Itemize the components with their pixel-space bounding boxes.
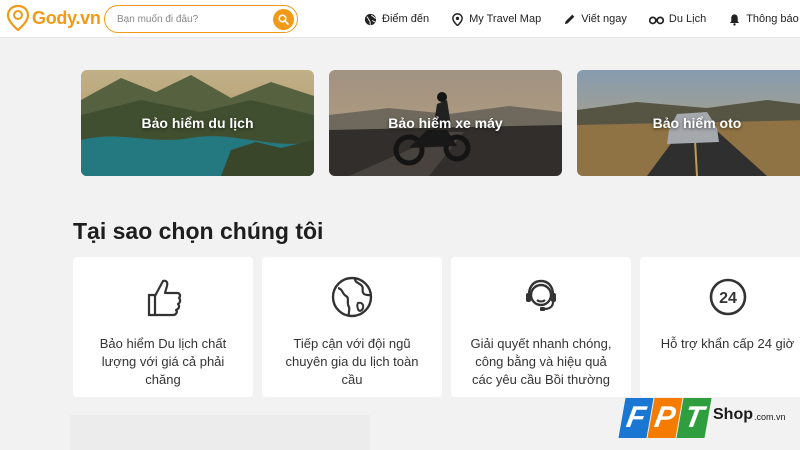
site-logo[interactable]: Gody.vn (6, 5, 101, 31)
faded-content-block (70, 415, 370, 450)
nav-label: My Travel Map (469, 13, 542, 25)
thumbs-up-icon (147, 279, 182, 317)
nav-label: Viết ngay (581, 13, 627, 25)
nav-item-thong-bao[interactable]: Thông báo (728, 13, 799, 26)
feature-text: Tiếp cận với đội ngũ chuyên gia du lịch … (285, 336, 419, 387)
category-label: Bảo hiểm xe máy (388, 115, 503, 131)
category-card-travel-insurance[interactable]: Bảo hiểm du lịch (81, 70, 314, 176)
map-pin-icon (452, 12, 463, 26)
binoculars-icon (648, 16, 664, 24)
fpt-shop-watermark: F P T Shop .com.vn (618, 398, 786, 438)
category-card-car-insurance[interactable]: Bảo hiểm oto (577, 70, 800, 176)
nav-label: Du Lịch (668, 13, 707, 25)
feature-text: Bảo hiểm Du lịch chất lượng với giá cả p… (99, 336, 227, 387)
search-box[interactable] (104, 5, 298, 33)
feature-card: Bảo hiểm Du lịch chất lượng với giá cả p… (73, 257, 253, 397)
bell-icon (730, 13, 740, 26)
category-card-motorbike-insurance[interactable]: Bảo hiểm xe máy (329, 70, 562, 176)
nav-label: Điểm đến (382, 13, 430, 25)
watermark-shop: Shop (713, 406, 753, 423)
search-button[interactable] (273, 9, 294, 30)
category-label: Bảo hiểm oto (652, 115, 742, 131)
top-header: Gody.vn Điểm đến My Travel Map (0, 0, 800, 38)
pencil-icon (565, 14, 575, 24)
feature-text: Giải quyết nhanh chóng, công bằng và hiệ… (470, 336, 612, 387)
clock-24-icon: 24 (709, 278, 746, 316)
globe-icon (331, 276, 373, 318)
watermark-letter: T (676, 398, 712, 438)
nav-label: Thông báo (746, 13, 799, 25)
search-icon (278, 14, 289, 25)
section-title: Tại sao chọn chúng tôi (73, 218, 324, 244)
headset-icon (526, 279, 556, 311)
search-input[interactable] (117, 13, 267, 25)
nav-item-viet-ngay[interactable]: Viết ngay (563, 13, 627, 26)
nav-item-du-lich[interactable]: Du Lịch (648, 13, 707, 26)
logo-pin-icon (6, 5, 30, 31)
feature-card: 24 Hỗ trợ khẩn cấp 24 giờ (640, 257, 800, 397)
feature-card: Giải quyết nhanh chóng, công bằng và hiệ… (451, 257, 631, 397)
watermark-domain: .com.vn (754, 412, 786, 422)
nav-item-diem-den[interactable]: Điểm đến (364, 13, 429, 26)
svg-text:24: 24 (719, 290, 737, 307)
globe-icon (364, 13, 377, 25)
logo-text: Gody.vn (32, 7, 101, 28)
main-nav: Điểm đến My Travel Map Viết ngay Du Lịch (364, 0, 800, 38)
feature-text: Hỗ trợ khẩn cấp 24 giờ (660, 336, 795, 351)
nav-item-my-travel-map[interactable]: My Travel Map (451, 12, 542, 26)
feature-card: Tiếp cận với đội ngũ chuyên gia du lịch … (262, 257, 442, 397)
category-label: Bảo hiểm du lịch (141, 115, 254, 131)
